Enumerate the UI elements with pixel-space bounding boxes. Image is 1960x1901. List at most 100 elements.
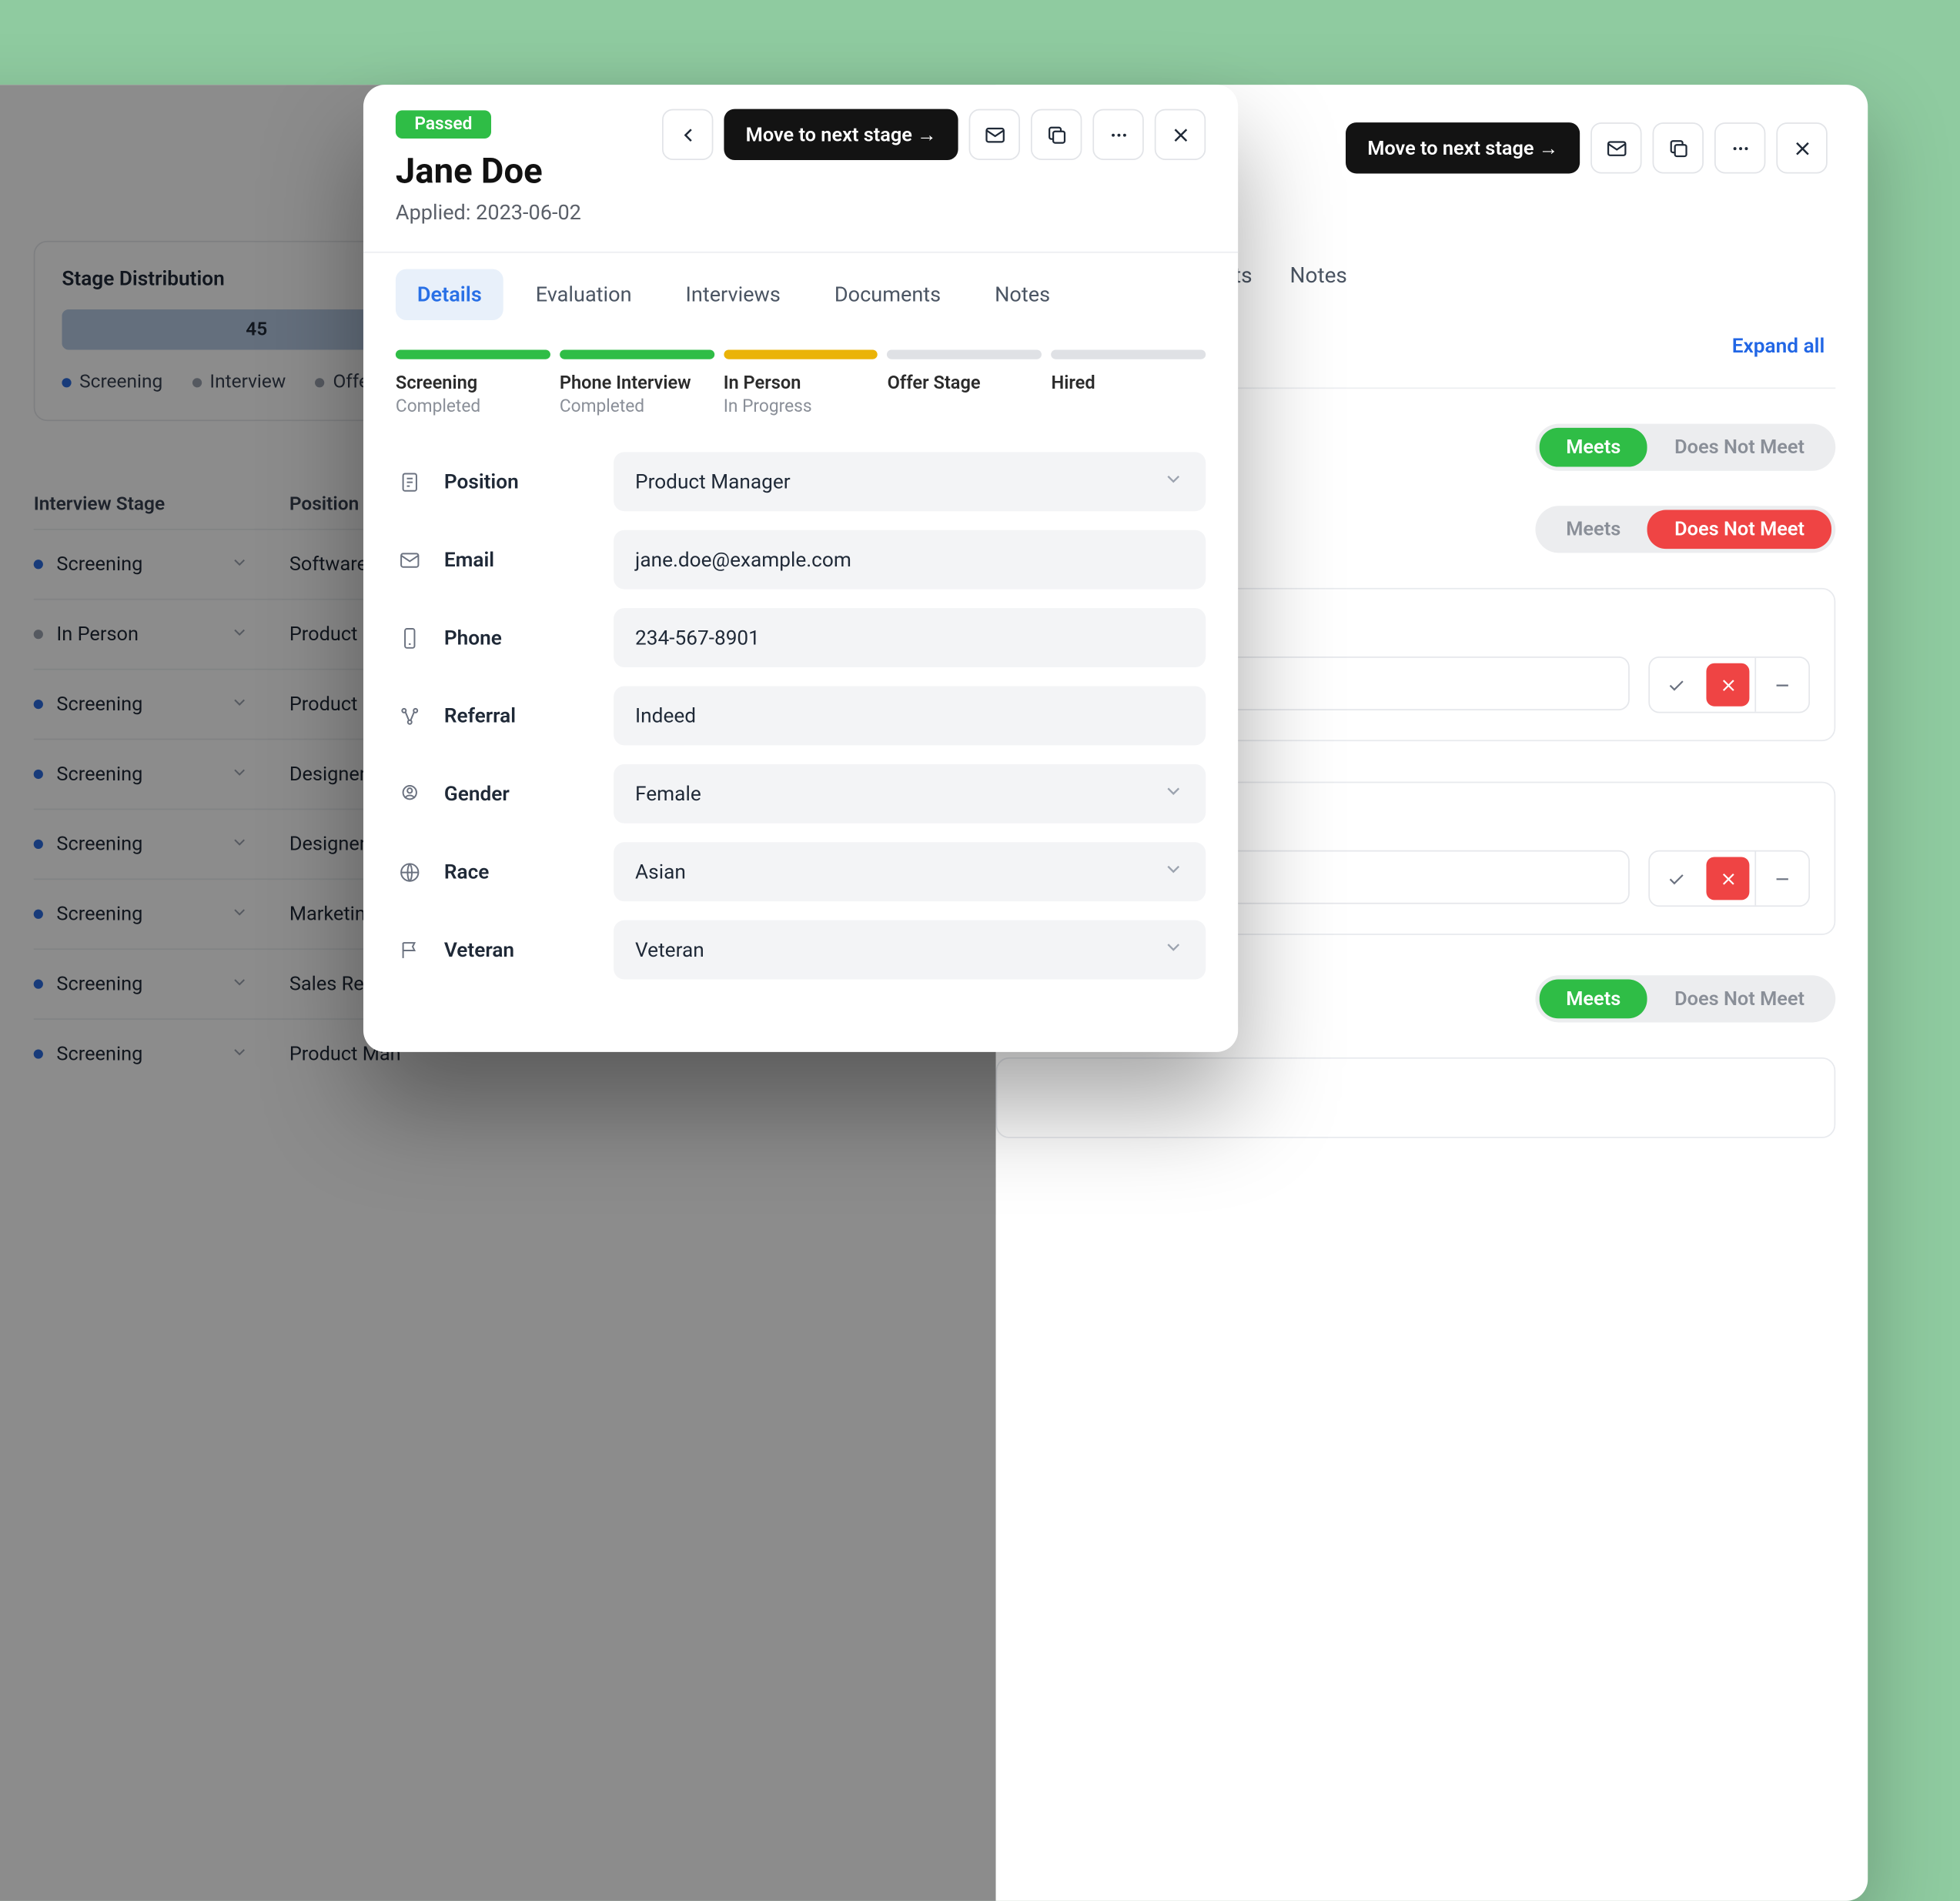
field-row-email: Email jane.doe@example.com	[396, 530, 1206, 590]
chevron-down-icon	[1162, 937, 1184, 964]
mail-button[interactable]	[1590, 122, 1641, 173]
meets-option[interactable]: Meets	[1539, 980, 1647, 1019]
rating-fail-button[interactable]	[1706, 857, 1749, 900]
meets-option[interactable]: Meets	[1539, 428, 1647, 467]
rating-fail-button[interactable]	[1706, 663, 1749, 707]
chevron-down-icon[interactable]	[230, 832, 249, 856]
row-stage-label: Screening	[56, 903, 142, 926]
candidate-name: Jane Doe	[396, 152, 581, 192]
meets-toggle[interactable]: Meets Does Not Meet	[1535, 424, 1835, 471]
does-not-meet-option[interactable]: Does Not Meet	[1647, 980, 1831, 1019]
field-row-position: Position Product Manager	[396, 452, 1206, 511]
stage-bar	[1052, 349, 1206, 359]
candidate-modal: Passed Jane Doe Applied: 2023-06-02 Move…	[363, 85, 1238, 1052]
mail-icon	[983, 123, 1006, 146]
rating-skip-button[interactable]	[1754, 851, 1808, 905]
position-input[interactable]: Product Manager	[614, 452, 1206, 511]
chevron-down-icon[interactable]	[230, 762, 249, 786]
tab-details[interactable]: Details	[396, 269, 503, 320]
stage-bar	[888, 349, 1042, 359]
more-button[interactable]	[1092, 109, 1143, 160]
row-stage-label: Screening	[56, 763, 142, 786]
field-label: Veteran	[444, 937, 592, 961]
field-row-race: RaceAsian	[396, 842, 1206, 901]
chevron-down-icon[interactable]	[230, 692, 249, 716]
close-button[interactable]	[1155, 109, 1206, 160]
tab-interviews[interactable]: Interviews	[664, 269, 802, 320]
mail-button[interactable]	[969, 109, 1020, 160]
tab-notes[interactable]: Notes	[973, 269, 1072, 320]
divider	[363, 252, 1238, 253]
stage-dot-icon	[34, 840, 43, 849]
chevron-down-icon	[1162, 780, 1184, 807]
phone-input[interactable]: 234-567-8901	[614, 608, 1206, 667]
tab-documents[interactable]: Documents	[813, 269, 962, 320]
minus-icon	[1772, 868, 1792, 888]
close-icon	[1169, 123, 1192, 146]
gender-input[interactable]: Female	[614, 764, 1206, 824]
stage-label: Phone InterviewCompleted	[560, 373, 714, 417]
stage-dot-icon	[34, 560, 43, 569]
move-next-stage-button[interactable]: Move to next stage →	[1346, 122, 1580, 173]
table-header-stage[interactable]: Interview Stage	[34, 494, 289, 516]
expand-all-link[interactable]: Expand all	[1732, 334, 1825, 358]
rating-pass-button[interactable]	[1650, 851, 1701, 905]
chevron-down-icon	[1162, 858, 1184, 885]
more-button[interactable]	[1714, 122, 1765, 173]
stage-label: In PersonIn Progress	[724, 373, 878, 417]
chevron-down-icon[interactable]	[230, 972, 249, 996]
field-value: jane.doe@example.com	[635, 547, 851, 571]
veteran-input[interactable]: Veteran	[614, 920, 1206, 980]
stage-bar	[396, 349, 550, 359]
applied-date: Applied: 2023-06-02	[396, 200, 581, 224]
chevron-down-icon[interactable]	[230, 902, 249, 926]
gender-icon	[396, 782, 423, 805]
does-not-meet-option[interactable]: Does Not Meet	[1647, 428, 1831, 467]
field-row-veteran: Veteran Veteran	[396, 920, 1206, 980]
stage-bar	[560, 349, 714, 359]
field-label: Position	[444, 469, 592, 493]
field-value: Product Manager	[635, 469, 791, 493]
tab-notes[interactable]: Notes	[1290, 262, 1347, 288]
stage-dot-icon	[34, 910, 43, 919]
meets-toggle[interactable]: Meets Does Not Meet	[1535, 975, 1835, 1022]
referral-input[interactable]: Indeed	[614, 686, 1206, 745]
check-icon	[1665, 675, 1685, 695]
field-label: Referral	[444, 703, 592, 727]
row-stage-label: Screening	[56, 1043, 142, 1066]
stage-dot-icon	[34, 630, 43, 639]
evaluation-rating-buttons	[1648, 850, 1810, 907]
row-stage-label: Screening	[56, 553, 142, 576]
legend-item-screening: Screening	[62, 371, 162, 393]
rating-skip-button[interactable]	[1754, 658, 1808, 712]
stage-name: Offer Stage	[888, 373, 1042, 394]
rating-pass-button[interactable]	[1650, 658, 1701, 712]
race-input[interactable]: Asian	[614, 842, 1206, 901]
chevron-down-icon[interactable]	[230, 553, 249, 576]
copy-button[interactable]	[1031, 109, 1082, 160]
chevron-down-icon[interactable]	[230, 1042, 249, 1066]
position-icon	[396, 470, 423, 493]
copy-button[interactable]	[1653, 122, 1704, 173]
meets-toggle[interactable]: Meets Does Not Meet	[1535, 506, 1835, 553]
back-button[interactable]	[662, 109, 713, 160]
stage-label: Offer Stage	[888, 373, 1042, 417]
field-value: Indeed	[635, 703, 696, 727]
meets-option[interactable]: Meets	[1539, 509, 1647, 549]
close-icon	[1718, 675, 1738, 695]
tab-evaluation[interactable]: Evaluation	[514, 269, 654, 320]
phone-icon	[396, 626, 423, 650]
copy-icon	[1667, 136, 1690, 159]
does-not-meet-option[interactable]: Does Not Meet	[1647, 509, 1831, 549]
mail-icon	[1604, 136, 1627, 159]
stage-label: ScreeningCompleted	[396, 373, 550, 417]
field-row-referral: Referral Indeed	[396, 686, 1206, 745]
email-input[interactable]: jane.doe@example.com	[614, 530, 1206, 590]
move-next-stage-button[interactable]: Move to next stage →	[724, 109, 958, 160]
chevron-down-icon[interactable]	[230, 622, 249, 646]
close-button[interactable]	[1776, 122, 1827, 173]
field-label: Email	[444, 547, 592, 571]
race-icon	[396, 860, 423, 884]
close-icon	[1718, 868, 1738, 888]
stage-dot-icon	[34, 770, 43, 779]
